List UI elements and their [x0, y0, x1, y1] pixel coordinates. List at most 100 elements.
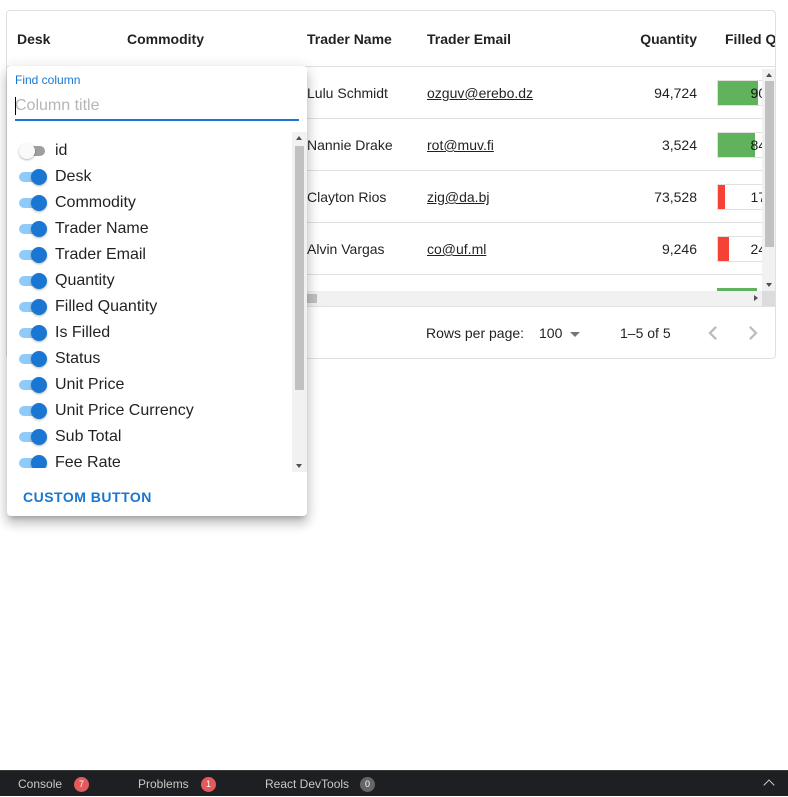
- toggle-switch[interactable]: [19, 455, 47, 468]
- trader-name-cell: Alvin Vargas: [307, 241, 385, 257]
- filled-quantity-bar: 90.: [717, 80, 763, 106]
- console-count-badge: 7: [74, 777, 89, 792]
- next-page-button[interactable]: [739, 319, 767, 347]
- columns-panel: Find column id Desk Commodity Trader Nam…: [7, 66, 307, 516]
- trader-name-cell: Lulu Schmidt: [307, 85, 388, 101]
- column-toggle-list: id Desk Commodity Trader Name Trader Ema…: [7, 138, 292, 468]
- toggle-switch[interactable]: [19, 429, 47, 445]
- toggle-switch[interactable]: [19, 273, 47, 289]
- column-toggle-filled-quantity[interactable]: Filled Quantity: [7, 294, 292, 320]
- scroll-down-arrow-icon[interactable]: [296, 464, 302, 468]
- column-toggle-unit-price-currency[interactable]: Unit Price Currency: [7, 398, 292, 424]
- filled-quantity-bar: 84.: [717, 132, 763, 158]
- chevron-right-icon: [749, 326, 758, 340]
- trader-email-cell[interactable]: zig@da.bj: [427, 171, 587, 223]
- scrollbar-thumb[interactable]: [295, 146, 304, 390]
- column-header-quantity[interactable]: Quantity: [607, 11, 697, 67]
- trader-email-cell[interactable]: rot@muv.fi: [427, 119, 587, 171]
- trader-email-cell[interactable]: co@uf.ml: [427, 223, 587, 275]
- filled-quantity-value: 17.: [750, 189, 762, 205]
- column-toggle-label: Fee Rate: [55, 454, 121, 468]
- toggle-switch[interactable]: [19, 377, 47, 393]
- toggle-switch[interactable]: [19, 351, 47, 367]
- trader-email-link[interactable]: zig@da.bj: [427, 189, 489, 205]
- column-header-desk[interactable]: Desk: [17, 11, 117, 67]
- scrollbar-corner: [762, 291, 775, 306]
- quantity-cell: 94,724: [654, 85, 697, 101]
- filled-quantity-bar: 24.: [717, 236, 763, 262]
- quantity-cell: 9,246: [661, 241, 697, 257]
- toggle-switch[interactable]: [19, 143, 47, 159]
- column-toggle-label: Unit Price Currency: [55, 402, 194, 419]
- column-list-scrollbar[interactable]: [292, 132, 307, 472]
- column-toggle-label: Trader Email: [55, 246, 146, 263]
- quantity-cell: 3,524: [661, 137, 697, 153]
- toggle-switch[interactable]: [19, 403, 47, 419]
- toggle-switch[interactable]: [19, 195, 47, 211]
- chevron-up-icon[interactable]: [763, 779, 775, 791]
- column-toggle-label: Quantity: [55, 272, 115, 289]
- column-toggle-label: Unit Price: [55, 376, 125, 393]
- trader-email-link[interactable]: rot@muv.fi: [427, 137, 494, 153]
- trader-name-cell: Nannie Drake: [307, 137, 393, 153]
- grid-vertical-scrollbar[interactable]: [762, 69, 775, 291]
- toggle-switch[interactable]: [19, 221, 47, 237]
- trader-email-link[interactable]: ozguv@erebo.dz: [427, 85, 533, 101]
- toggle-switch[interactable]: [19, 325, 47, 341]
- scrollbar-thumb[interactable]: [307, 294, 317, 303]
- pagination-range: 1–5 of 5: [620, 325, 671, 341]
- column-toggle-status[interactable]: Status: [7, 346, 292, 372]
- column-toggle-label: Trader Name: [55, 220, 149, 237]
- tab-problems[interactable]: Problems: [138, 771, 189, 797]
- column-toggle-quantity[interactable]: Quantity: [7, 268, 292, 294]
- find-column-input[interactable]: [15, 93, 299, 121]
- problems-count-badge: 1: [201, 777, 216, 792]
- scroll-right-arrow-icon[interactable]: [754, 295, 758, 301]
- column-toggle-label: Desk: [55, 168, 92, 185]
- grid-header: Desk Commodity Trader Name Trader Email …: [7, 11, 775, 67]
- column-toggle-fee-rate[interactable]: Fee Rate: [7, 450, 292, 468]
- scroll-down-arrow-icon[interactable]: [766, 283, 772, 287]
- chevron-left-icon: [708, 326, 717, 340]
- custom-button[interactable]: Custom Button: [15, 480, 160, 514]
- filled-quantity-value: 24.: [750, 241, 762, 257]
- toggle-switch[interactable]: [19, 299, 47, 315]
- column-toggle-is-filled[interactable]: Is Filled: [7, 320, 292, 346]
- column-toggle-desk[interactable]: Desk: [7, 164, 292, 190]
- filled-quantity-value: 90.: [750, 85, 762, 101]
- column-toggle-label: Sub Total: [55, 428, 122, 445]
- column-toggle-label: Commodity: [55, 194, 136, 211]
- filled-quantity-value: 84.: [750, 137, 762, 153]
- column-header-trader-email[interactable]: Trader Email: [427, 11, 577, 67]
- tab-react-devtools[interactable]: React DevTools: [265, 771, 349, 797]
- find-column-label: Find column: [15, 73, 81, 87]
- rows-per-page-select[interactable]: 100: [539, 321, 562, 345]
- column-header-commodity[interactable]: Commodity: [127, 11, 297, 67]
- caret-down-icon[interactable]: [570, 332, 580, 337]
- scroll-up-arrow-icon[interactable]: [296, 136, 302, 140]
- devtools-bar: Console 7 Problems 1 React DevTools 0: [0, 770, 788, 796]
- toggle-switch[interactable]: [19, 247, 47, 263]
- column-toggle-id[interactable]: id: [7, 138, 292, 164]
- scroll-up-arrow-icon[interactable]: [766, 73, 772, 77]
- tab-console[interactable]: Console: [18, 771, 62, 797]
- trader-email-cell[interactable]: ozguv@erebo.dz: [427, 67, 587, 119]
- trader-email-link[interactable]: co@uf.ml: [427, 241, 486, 257]
- column-toggle-label: Filled Quantity: [55, 298, 158, 315]
- text-cursor: [15, 97, 16, 115]
- column-header-trader-name[interactable]: Trader Name: [307, 11, 417, 67]
- rows-per-page-label: Rows per page:: [426, 325, 525, 341]
- scrollbar-thumb[interactable]: [765, 81, 774, 247]
- column-toggle-unit-price[interactable]: Unit Price: [7, 372, 292, 398]
- column-toggle-sub-total[interactable]: Sub Total: [7, 424, 292, 450]
- react-devtools-count-badge: 0: [360, 777, 375, 792]
- column-header-filled-quantity[interactable]: Filled Quantity: [725, 11, 775, 67]
- column-toggle-trader-name[interactable]: Trader Name: [7, 216, 292, 242]
- toggle-switch[interactable]: [19, 169, 47, 185]
- column-toggle-trader-email[interactable]: Trader Email: [7, 242, 292, 268]
- previous-page-button[interactable]: [699, 319, 727, 347]
- trader-name-cell: Clayton Rios: [307, 189, 387, 205]
- column-toggle-label: Is Filled: [55, 324, 111, 341]
- column-toggle-label: id: [55, 142, 68, 159]
- column-toggle-commodity[interactable]: Commodity: [7, 190, 292, 216]
